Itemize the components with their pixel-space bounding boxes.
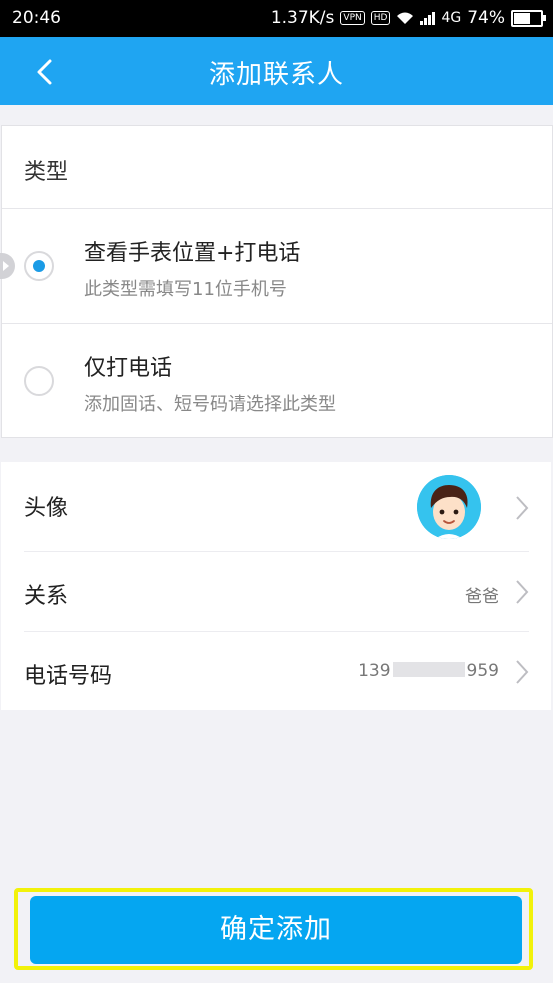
signal-icon bbox=[420, 11, 436, 25]
details-card: 头像 关系 爸爸 电话号码 139 959 bbox=[1, 462, 551, 710]
phone-row[interactable]: 电话号码 139 959 bbox=[1, 632, 551, 712]
phone-suffix: 959 bbox=[466, 661, 499, 681]
chevron-right-icon bbox=[516, 660, 529, 684]
nav-bar: 添加联系人 bbox=[0, 37, 553, 105]
option-watch-location-call[interactable]: 查看手表位置+打电话 此类型需填写11位手机号 bbox=[2, 209, 552, 323]
battery-fill bbox=[514, 12, 530, 24]
status-icons: 1.37K/s VPN HD 4G 74% bbox=[270, 8, 546, 28]
option-title: 仅打电话 bbox=[84, 356, 173, 381]
avatar-label: 头像 bbox=[24, 496, 69, 521]
chevron-right-icon bbox=[516, 496, 529, 520]
option-call-only[interactable]: 仅打电话 添加固话、短号码请选择此类型 bbox=[2, 324, 552, 438]
phone-prefix: 139 bbox=[358, 661, 391, 681]
phone-value: 139 959 bbox=[358, 661, 499, 681]
hd-icon: HD bbox=[370, 11, 391, 25]
type-heading: 类型 bbox=[24, 160, 69, 185]
avatar[interactable] bbox=[417, 475, 481, 539]
avatar-row[interactable]: 头像 bbox=[1, 462, 551, 542]
battery-percent: 74% bbox=[467, 8, 505, 28]
radio-button[interactable] bbox=[24, 366, 54, 396]
wifi-icon bbox=[397, 12, 414, 24]
network-type: 4G bbox=[441, 10, 462, 26]
chevron-right-icon bbox=[516, 580, 529, 604]
status-time: 20:46 bbox=[12, 8, 61, 28]
option-subtitle: 添加固话、短号码请选择此类型 bbox=[84, 394, 336, 415]
relation-row[interactable]: 关系 爸爸 bbox=[1, 552, 551, 632]
page-title: 添加联系人 bbox=[208, 60, 344, 90]
option-title: 查看手表位置+打电话 bbox=[84, 241, 301, 266]
relation-value: 爸爸 bbox=[465, 587, 499, 607]
battery-icon bbox=[511, 9, 546, 27]
status-bar: 20:46 1.37K/s VPN HD 4G 74% bbox=[0, 0, 553, 37]
confirm-add-button[interactable]: 确定添加 bbox=[30, 896, 522, 964]
phone-label: 电话号码 bbox=[24, 664, 113, 689]
option-subtitle: 此类型需填写11位手机号 bbox=[84, 279, 287, 300]
phone-redacted bbox=[392, 662, 465, 677]
relation-label: 关系 bbox=[24, 584, 69, 609]
type-card: 类型 查看手表位置+打电话 此类型需填写11位手机号 仅打电话 添加固话、短号码… bbox=[1, 125, 553, 438]
network-speed: 1.37K/s bbox=[270, 8, 335, 28]
vpn-icon: VPN bbox=[340, 11, 365, 25]
radio-button[interactable] bbox=[24, 251, 54, 281]
boy-face-icon bbox=[417, 475, 481, 539]
